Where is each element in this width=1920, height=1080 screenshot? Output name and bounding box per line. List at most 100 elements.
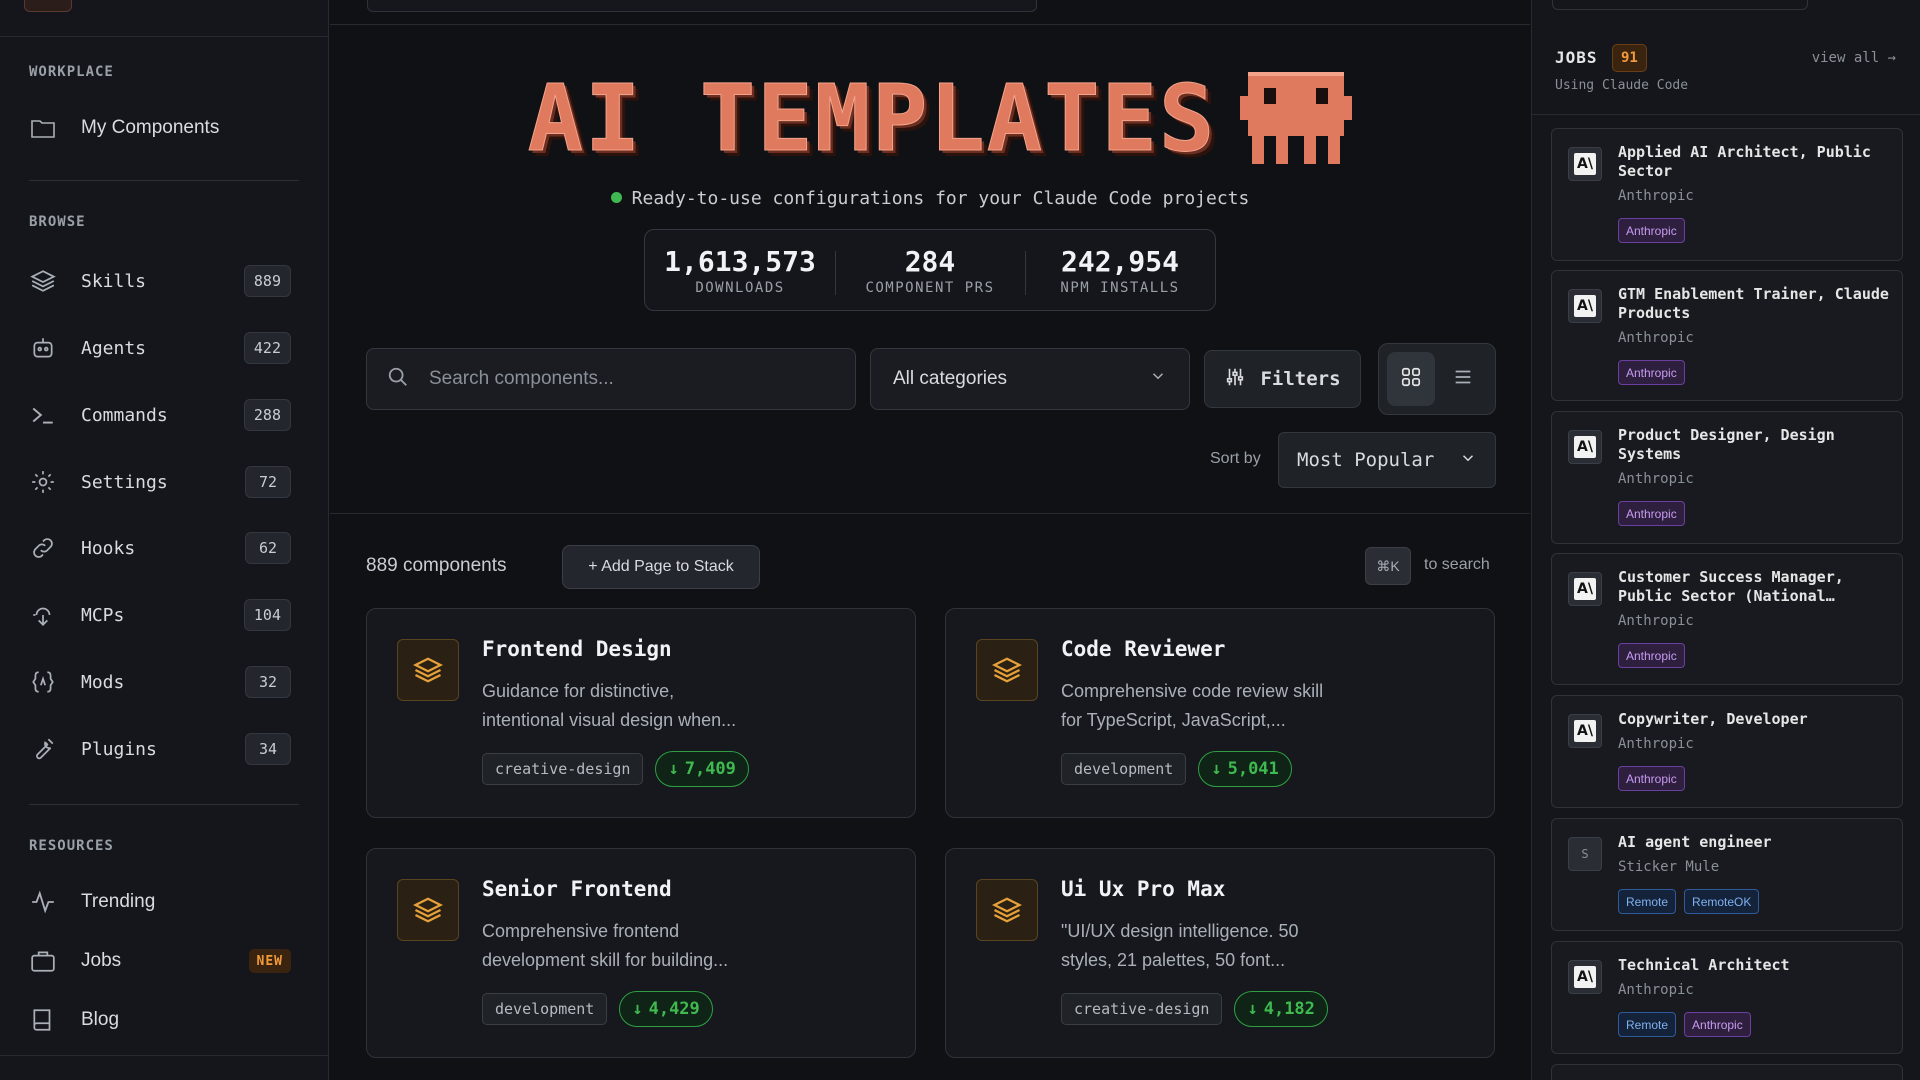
sidebar-item-jobs[interactable]: Jobs NEW bbox=[29, 939, 291, 983]
chevron-down-icon bbox=[1149, 367, 1167, 391]
job-company: Anthropic bbox=[1618, 613, 1694, 629]
job-title: Customer Success Manager, Public Sector … bbox=[1618, 568, 1844, 605]
category-tag[interactable]: creative-design bbox=[482, 753, 644, 785]
stat-label: NPM INSTALLS bbox=[1060, 279, 1180, 296]
top-search-bar[interactable] bbox=[367, 0, 1037, 12]
job-tag: Remote bbox=[1618, 1012, 1677, 1037]
sort-select[interactable]: Most Popular bbox=[1278, 432, 1496, 488]
job-card[interactable]: S AI agent engineer Sticker Mule Remote … bbox=[1551, 818, 1903, 931]
stat-value: 284 bbox=[904, 244, 956, 278]
company-logo-mark: A\ bbox=[1574, 966, 1596, 988]
braces-icon bbox=[29, 668, 57, 696]
category-select[interactable]: All categories bbox=[870, 348, 1190, 410]
company-logo: A\ bbox=[1568, 147, 1602, 181]
search-input[interactable] bbox=[429, 368, 829, 390]
company-logo: A\ bbox=[1568, 289, 1602, 323]
job-title: Copywriter, Developer bbox=[1618, 710, 1808, 728]
search-box[interactable] bbox=[366, 348, 856, 410]
job-card[interactable]: A\ Customer Success Manager, Public Sect… bbox=[1551, 553, 1903, 685]
sidebar-item-skills[interactable]: Skills 889 bbox=[29, 259, 291, 303]
sidebar-item-label: Commands bbox=[81, 404, 168, 426]
view-toggle bbox=[1378, 343, 1496, 415]
count-badge: 889 bbox=[243, 265, 291, 297]
sidebar-item-hooks[interactable]: Hooks 62 bbox=[29, 526, 291, 570]
plug-icon bbox=[29, 601, 57, 629]
app-logo[interactable] bbox=[24, 0, 72, 12]
company-logo-mark: A\ bbox=[1574, 578, 1596, 600]
divider bbox=[330, 513, 1530, 514]
count-badge: 34 bbox=[245, 733, 291, 765]
divider bbox=[1532, 114, 1920, 115]
sidebar-item-trending[interactable]: Trending bbox=[29, 880, 291, 924]
download-count: ↓ 5,041 bbox=[1198, 751, 1292, 787]
card-title: Code Reviewer bbox=[1061, 637, 1226, 661]
sidebar-item-mcps[interactable]: MCPs 104 bbox=[29, 593, 291, 637]
component-card[interactable]: Code Reviewer Comprehensive code review … bbox=[945, 608, 1495, 818]
component-card[interactable]: Ui Ux Pro Max "UI/UX design intelligence… bbox=[945, 848, 1495, 1058]
sidebar-item-label: Hooks bbox=[81, 537, 136, 559]
job-card[interactable]: A\ Applied AI Architect, Public Sector A… bbox=[1551, 128, 1903, 261]
stat-component-prs: 284 COMPONENT PRS bbox=[835, 245, 1025, 296]
sidebar-item-label: Mods bbox=[81, 671, 125, 693]
sort-label: Sort by bbox=[1210, 450, 1261, 467]
filters-label: Filters bbox=[1260, 368, 1341, 390]
job-card[interactable]: A\ Technical Architect Anthropic Remote … bbox=[1551, 941, 1903, 1054]
category-tag[interactable]: creative-design bbox=[1061, 993, 1223, 1025]
sliders-icon bbox=[1224, 366, 1246, 393]
component-card[interactable]: Frontend Design Guidance for distinctive… bbox=[366, 608, 916, 818]
keyboard-shortcut: ⌘K bbox=[1365, 547, 1411, 585]
sidebar-item-settings[interactable]: Settings 72 bbox=[29, 460, 291, 504]
sidebar-item-my-components[interactable]: My Components bbox=[29, 106, 291, 150]
job-company: Anthropic bbox=[1618, 736, 1694, 752]
job-tag: Anthropic bbox=[1618, 218, 1685, 243]
layers-icon bbox=[397, 879, 459, 941]
stat-npm-installs: 242,954 NPM INSTALLS bbox=[1025, 245, 1215, 296]
download-count: ↓ 4,182 bbox=[1234, 991, 1328, 1027]
filters-button[interactable]: Filters bbox=[1204, 350, 1361, 408]
job-card[interactable]: A\ Copywriter, Developer Anthropic Anthr… bbox=[1551, 695, 1903, 808]
hero-banner: AI TEMPLATES bbox=[510, 64, 1370, 172]
divider bbox=[29, 180, 299, 181]
main-content: AI TEMPLATES Ready-to-use configurations… bbox=[330, 0, 1530, 1080]
component-card[interactable]: Senior Frontend Comprehensive frontend d… bbox=[366, 848, 916, 1058]
sidebar-item-plugins[interactable]: Plugins 34 bbox=[29, 727, 291, 771]
job-card[interactable]: A\ Product Designer, Design Systems Anth… bbox=[1551, 411, 1903, 544]
job-company: Anthropic bbox=[1618, 982, 1694, 998]
job-card[interactable]: A\ GTM Enablement Trainer, Claude Produc… bbox=[1551, 270, 1903, 401]
layers-icon bbox=[397, 639, 459, 701]
view-all-link[interactable]: view all → bbox=[1812, 50, 1896, 66]
book-icon bbox=[29, 1006, 57, 1034]
chevron-down-icon bbox=[1459, 449, 1477, 472]
stats-panel: 1,613,573 DOWNLOADS 284 COMPONENT PRS 24… bbox=[644, 229, 1216, 311]
sort-select-value: Most Popular bbox=[1297, 449, 1435, 471]
add-page-to-stack-button[interactable]: + Add Page to Stack bbox=[562, 545, 760, 589]
sidebar-item-commands[interactable]: Commands 288 bbox=[29, 393, 291, 437]
category-tag[interactable]: development bbox=[1061, 753, 1187, 785]
layers-icon bbox=[976, 639, 1038, 701]
category-tag[interactable]: development bbox=[482, 993, 608, 1025]
grid-icon bbox=[1400, 366, 1422, 393]
top-action-stub[interactable] bbox=[1552, 0, 1808, 10]
section-title-resources: RESOURCES bbox=[29, 838, 114, 854]
sidebar-item-agents[interactable]: Agents 422 bbox=[29, 326, 291, 370]
download-count-value: 7,409 bbox=[684, 759, 736, 779]
sidebar-item-mods[interactable]: Mods 32 bbox=[29, 660, 291, 704]
sidebar-item-blog[interactable]: Blog bbox=[29, 998, 291, 1042]
folder-icon bbox=[29, 114, 57, 142]
sidebar: WORKPLACE My Components BROWSE Skills 88… bbox=[0, 0, 329, 1080]
layers-icon bbox=[976, 879, 1038, 941]
stat-value: 242,954 bbox=[1060, 244, 1179, 278]
section-title-workplace: WORKPLACE bbox=[29, 64, 114, 80]
status-dot bbox=[610, 192, 622, 203]
grid-view-button[interactable] bbox=[1387, 352, 1435, 406]
stat-value: 1,613,573 bbox=[664, 244, 816, 278]
job-card[interactable] bbox=[1551, 1064, 1903, 1080]
card-description: Guidance for distinctive, intentional vi… bbox=[482, 681, 737, 730]
company-logo-mark: A\ bbox=[1574, 295, 1596, 317]
company-logo: A\ bbox=[1568, 572, 1602, 606]
layers-icon bbox=[29, 267, 57, 295]
sidebar-item-label: Settings bbox=[81, 471, 168, 493]
count-badge: 72 bbox=[245, 466, 291, 498]
job-tag: Remote bbox=[1618, 889, 1677, 914]
list-view-button[interactable] bbox=[1439, 352, 1487, 406]
